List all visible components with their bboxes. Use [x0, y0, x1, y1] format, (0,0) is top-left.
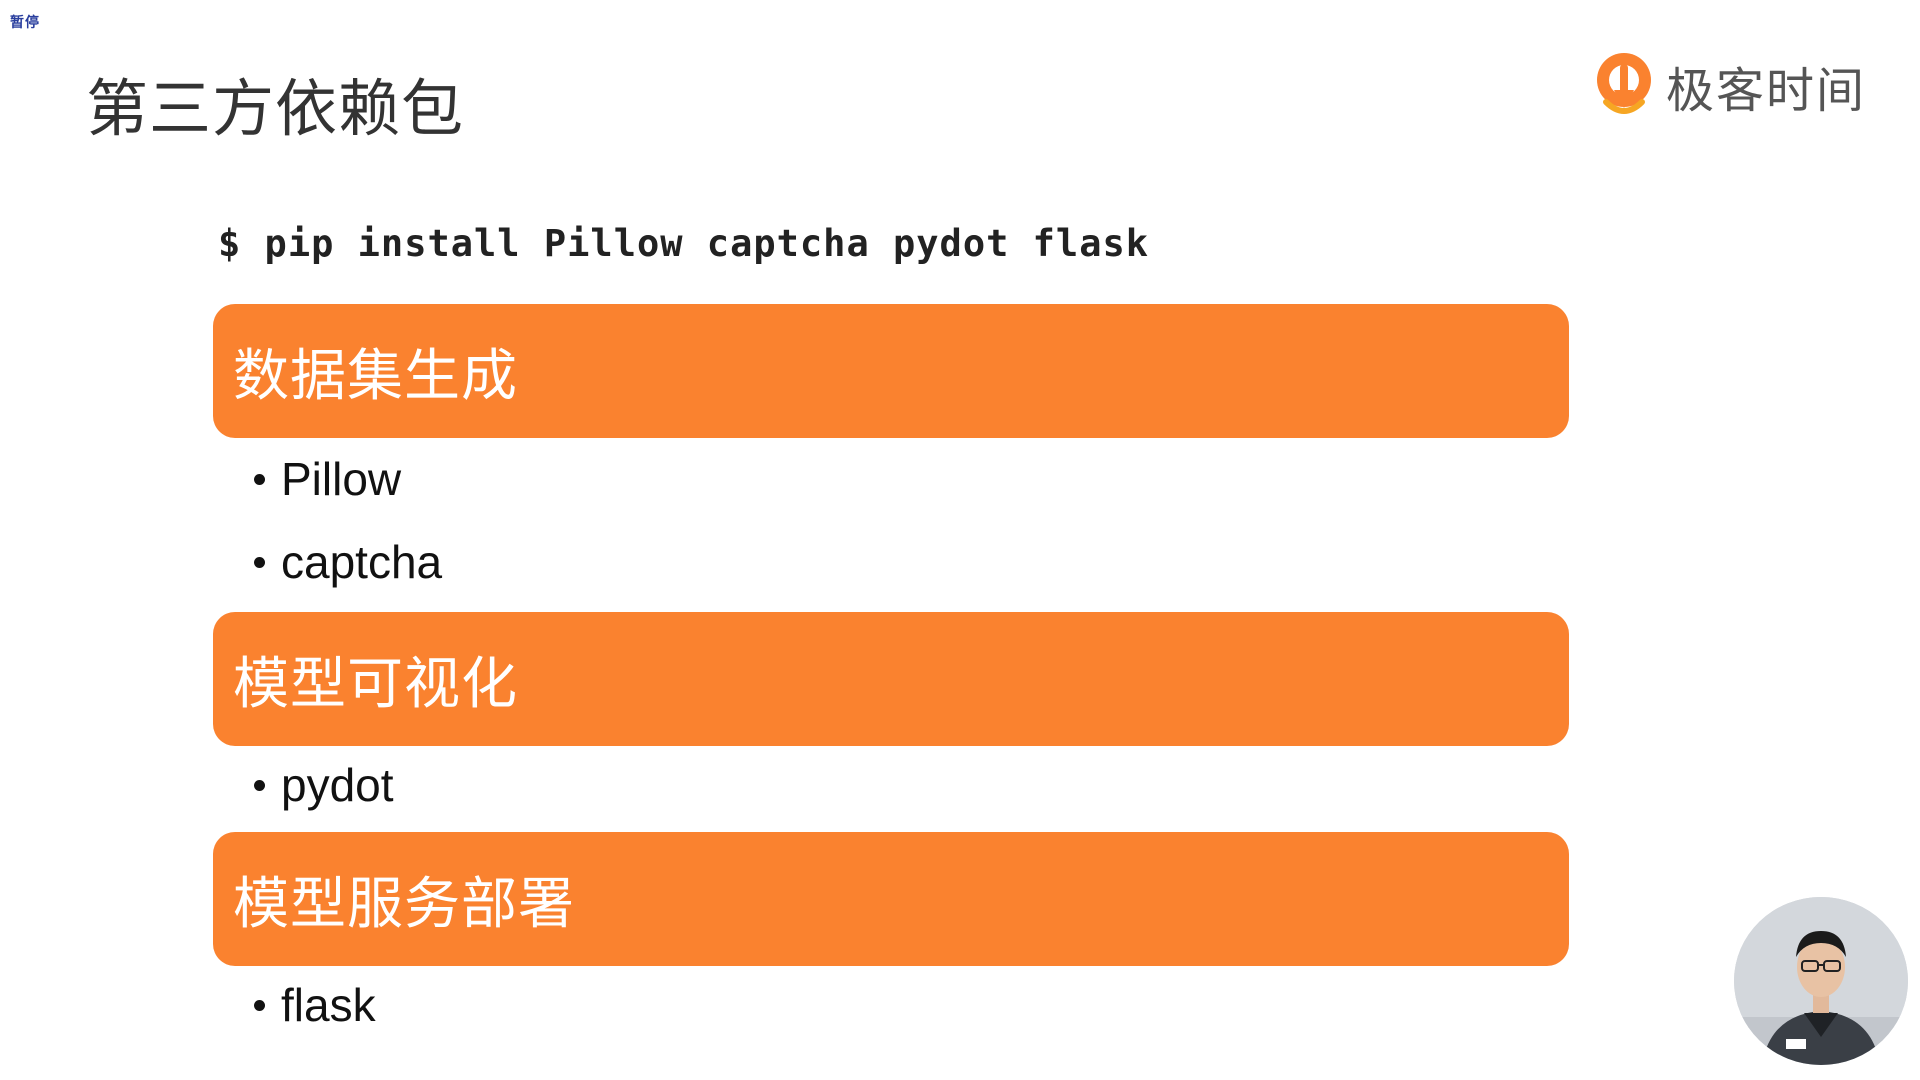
- slide: 暂停 第三方依赖包 极客时间 $ pip install Pillow capt…: [0, 0, 1920, 1080]
- presenter-video: [1734, 897, 1908, 1065]
- section-header-label: 模型可视化: [233, 651, 518, 717]
- list-item-label: flask: [281, 979, 376, 1031]
- page-title: 第三方依赖包: [86, 72, 465, 145]
- list-item: captcha: [254, 535, 442, 589]
- list-item: Pillow: [254, 452, 401, 506]
- pause-indicator[interactable]: 暂停: [10, 12, 40, 32]
- list-item-label: captcha: [281, 536, 443, 588]
- bullet-icon: [254, 999, 265, 1011]
- list-item: flask: [254, 978, 376, 1032]
- bullet-icon: [254, 473, 265, 485]
- section-header-visualization: 模型可视化: [213, 612, 1569, 746]
- list-item-label: pydot: [281, 759, 394, 811]
- bullet-icon: [254, 556, 265, 568]
- install-command: $ pip install Pillow captcha pydot flask: [218, 222, 1150, 265]
- list-item: pydot: [254, 758, 394, 812]
- brand-name: 极客时间: [1666, 63, 1867, 119]
- list-item-label: Pillow: [281, 453, 402, 505]
- geektime-logo-icon: [1597, 53, 1651, 114]
- section-header-label: 数据集生成: [233, 343, 518, 409]
- bullet-icon: [254, 779, 265, 791]
- section-header-dataset: 数据集生成: [213, 304, 1569, 438]
- section-header-label: 模型服务部署: [233, 871, 575, 937]
- brand: 极客时间: [1592, 50, 1866, 122]
- section-header-deployment: 模型服务部署: [213, 832, 1569, 966]
- presenter-video-icon: [1734, 897, 1908, 1065]
